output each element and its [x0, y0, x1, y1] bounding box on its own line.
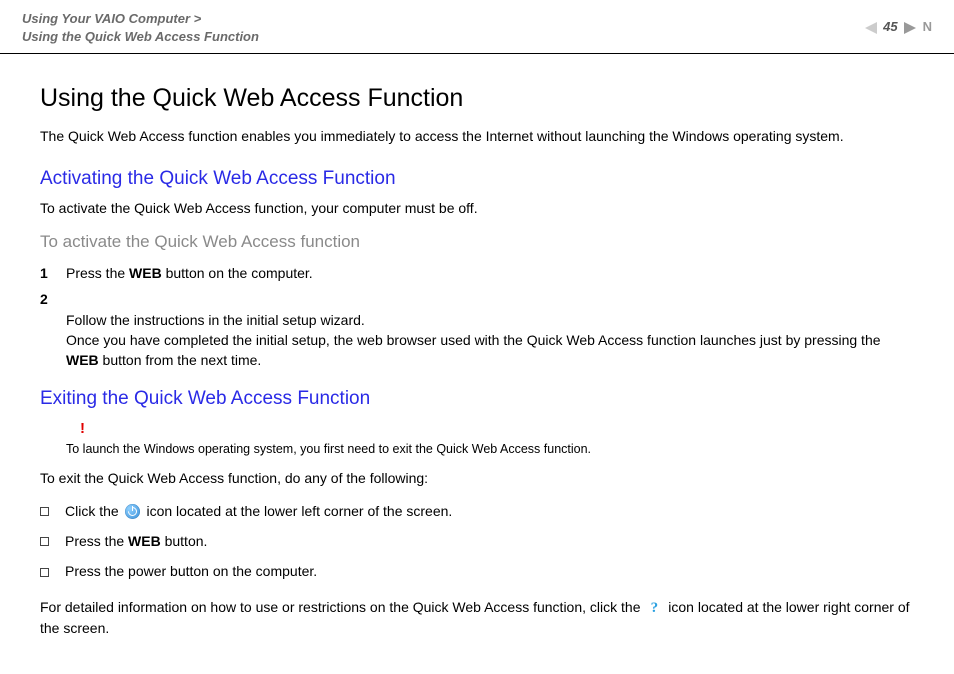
alert-note: ! To launch the Windows operating system… — [40, 418, 914, 458]
procedure-heading: To activate the Quick Web Access functio… — [40, 230, 914, 255]
end-marker: N — [923, 18, 932, 37]
section-activating-sub: To activate the Quick Web Access functio… — [40, 198, 914, 218]
step-text: Follow the instructions in the initial s… — [66, 289, 914, 370]
list-item: Press the WEB button. — [40, 531, 914, 551]
step-text: Press the WEB button on the computer. — [66, 263, 914, 283]
section-activating-heading: Activating the Quick Web Access Function — [40, 165, 914, 193]
page-header: Using Your VAIO Computer > Using the Qui… — [0, 0, 954, 54]
step-item: 2 Follow the instructions in the initial… — [40, 289, 914, 370]
prev-page-arrow-icon[interactable] — [865, 22, 877, 34]
exit-sub: To exit the Quick Web Access function, d… — [40, 468, 914, 488]
list-text: Press the WEB button. — [65, 531, 914, 551]
step-item: 1 Press the WEB button on the computer. — [40, 263, 914, 283]
footer-paragraph: For detailed information on how to use o… — [40, 597, 914, 638]
pager: 45 N — [865, 18, 932, 37]
page-number: 45 — [883, 18, 897, 37]
list-text: Press the power button on the computer. — [65, 561, 914, 581]
step-number: 2 — [40, 289, 66, 370]
page-title: Using the Quick Web Access Function — [40, 80, 914, 116]
intro-paragraph: The Quick Web Access function enables yo… — [40, 126, 914, 146]
power-icon — [125, 504, 141, 520]
list-item: Click the icon located at the lower left… — [40, 501, 914, 521]
page-content: Using the Quick Web Access Function The … — [0, 54, 954, 658]
step-number: 1 — [40, 263, 66, 283]
breadcrumb-line1: Using Your VAIO Computer > — [22, 10, 259, 28]
alert-text: To launch the Windows operating system, … — [66, 442, 591, 456]
section-exiting-heading: Exiting the Quick Web Access Function — [40, 385, 914, 413]
next-page-arrow-icon[interactable] — [904, 22, 916, 34]
bullet-icon — [40, 537, 49, 546]
alert-icon: ! — [80, 418, 914, 440]
bullet-icon — [40, 568, 49, 577]
help-icon: ? — [646, 601, 662, 617]
exit-options-list: Click the icon located at the lower left… — [40, 501, 914, 582]
list-text: Click the icon located at the lower left… — [65, 501, 914, 521]
breadcrumb: Using Your VAIO Computer > Using the Qui… — [22, 10, 259, 45]
bullet-icon — [40, 507, 49, 516]
breadcrumb-line2: Using the Quick Web Access Function — [22, 28, 259, 46]
steps-list: 1 Press the WEB button on the computer. … — [40, 263, 914, 370]
list-item: Press the power button on the computer. — [40, 561, 914, 581]
